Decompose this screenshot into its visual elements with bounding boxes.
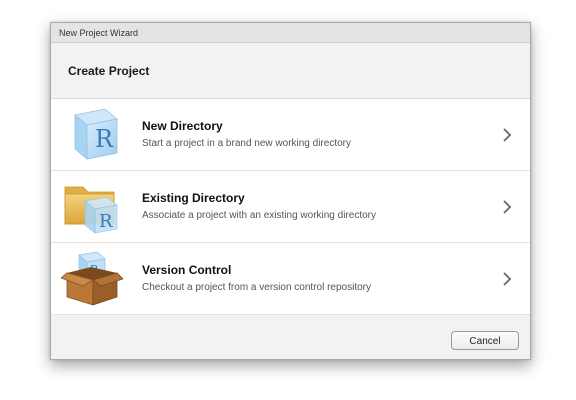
chevron-right-icon (502, 127, 512, 143)
folder-r-cube-icon: R (61, 179, 123, 235)
option-version-control[interactable]: R Version Control Checkout a project fro… (51, 243, 530, 315)
option-title: Version Control (142, 263, 232, 277)
project-type-list: R New Directory Start a project in a bra… (51, 99, 530, 315)
option-title: Existing Directory (142, 191, 245, 205)
chevron-right-icon (502, 199, 512, 215)
svg-text:R: R (99, 211, 113, 232)
option-description: Start a project in a brand new working d… (142, 138, 351, 149)
page-title: Create Project (51, 43, 530, 99)
cardboard-box-icon: R (60, 251, 124, 307)
option-title: New Directory (142, 119, 223, 133)
option-description: Checkout a project from a version contro… (142, 282, 371, 293)
dialog-titlebar: New Project Wizard (51, 23, 530, 43)
option-description: Associate a project with an existing wor… (142, 210, 376, 221)
option-new-directory[interactable]: R New Directory Start a project in a bra… (51, 99, 530, 171)
new-project-wizard-dialog: New Project Wizard Create Project R New … (50, 22, 531, 360)
r-cube-icon: R (61, 107, 123, 163)
cancel-button[interactable]: Cancel (451, 331, 519, 350)
svg-text:R: R (95, 125, 114, 153)
dialog-footer: Cancel (51, 313, 530, 359)
chevron-right-icon (502, 271, 512, 287)
option-existing-directory[interactable]: R Existing Directory Associate a project… (51, 171, 530, 243)
